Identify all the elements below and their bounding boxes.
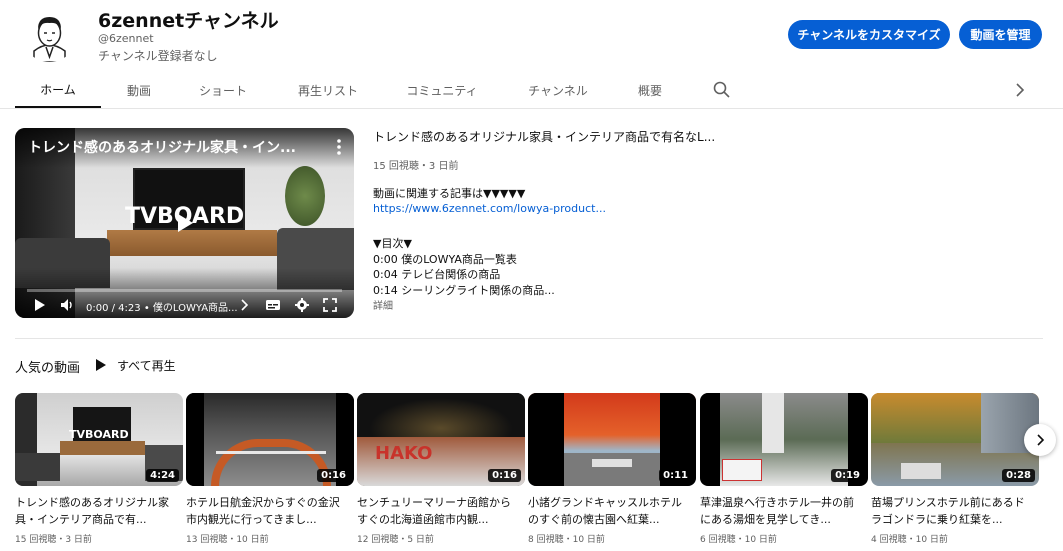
video-thumbnail[interactable]: TVBOARD 4:24 [15,393,183,486]
channel-name: 6zennetチャンネル [98,10,279,32]
search-icon[interactable] [712,80,732,100]
video-title[interactable]: 小諸グランドキャッスルホテルのすぐ前の懐古園へ紅葉... [528,494,690,528]
video-title[interactable]: 苗場プリンスホテル前にあるドラゴンドラに乗り紅葉を... [871,494,1033,528]
time-and-chapter: 0:00 / 4:23 • 僕のLOWYA商品... [86,299,251,314]
featured-video-player[interactable]: トレンド感のあるオリジナル家具・イン... TVBOARD 0:00 / 4:2… [15,128,354,318]
tab-videos[interactable]: 動画 [110,72,168,108]
play-icon[interactable] [175,212,195,234]
video-duration: 0:19 [831,469,864,482]
settings-gear-icon[interactable] [294,297,310,313]
thumbnail-text: TVBOARD [69,428,129,441]
chapter-title[interactable]: • 僕のLOWYA商品... [144,303,238,314]
video-duration: 4:24 [146,469,179,482]
shelf-next-button[interactable] [1024,424,1056,456]
progress-bar[interactable] [27,289,342,292]
description-line: 動画に関連する記事は▼▼▼▼▼ [373,187,526,200]
description-line: 0:00 僕のLOWYA商品一覧表 [373,253,517,266]
volume-icon[interactable] [59,297,75,313]
avatar-illustration-icon [22,7,77,62]
video-meta: 15 回視聴・3 日前 [15,535,92,545]
description-line: 0:04 テレビ台関係の商品 [373,268,501,281]
tab-channels[interactable]: チャンネル [518,72,598,108]
manage-videos-button[interactable]: 動画を管理 [959,20,1042,49]
video-duration: 0:16 [488,469,521,482]
play-icon [96,359,106,371]
channel-avatar[interactable] [22,7,77,62]
fullscreen-icon[interactable] [322,297,338,313]
description-link[interactable]: https://www.6zennet.com/lowya-product... [373,202,606,215]
play-small-icon[interactable] [33,297,47,313]
read-more-link[interactable]: 詳細 [373,297,393,312]
video-thumbnail[interactable]: 0:19 [700,393,868,486]
video-title[interactable]: トレンド感のあるオリジナル家具・インテリア商品で有... [15,494,177,528]
video-thumbnail[interactable]: HAKO 0:16 [357,393,525,486]
chapter-chevron-icon[interactable] [239,297,251,313]
video-meta: 6 回視聴・10 日前 [700,535,777,545]
video-title[interactable]: 草津温泉へ行きホテル一井の前にある湯畑を見学してき... [700,494,862,528]
tab-community[interactable]: コミュニティ [396,72,488,108]
video-meta: 4 回視聴・10 日前 [871,535,948,545]
channel-tabs: ホーム 動画 ショート 再生リスト コミュニティ チャンネル 概要 [0,72,1063,109]
video-title[interactable]: センチュリーマリーナ函館からすぐの北海道函館市内観... [357,494,519,528]
channel-header: 6zennetチャンネル @6zennet チャンネル登録者なし チャンネルをカ… [0,0,1063,72]
chevron-right-icon [1037,434,1045,446]
chevron-right-icon[interactable] [1010,80,1030,100]
video-meta: 12 回視聴・5 日前 [357,535,434,545]
play-all-label: すべて再生 [117,358,176,373]
video-thumbnail[interactable]: 0:16 [186,393,354,486]
description-line: ▼目次▼ [373,237,412,250]
video-duration: 0:16 [317,469,350,482]
tab-shorts[interactable]: ショート [190,72,256,108]
subscriber-count: チャンネル登録者なし [98,49,218,63]
thumbnail-text: HAKO [375,443,433,464]
video-duration: 0:11 [659,469,692,482]
tab-playlists[interactable]: 再生リスト [288,72,368,108]
video-meta: 13 回視聴・10 日前 [186,535,269,545]
video-title[interactable]: ホテル日航金沢からすぐの金沢市内観光に行ってきまし... [186,494,348,528]
tab-home[interactable]: ホーム [15,72,101,108]
more-vert-icon[interactable] [332,138,346,156]
featured-video-title[interactable]: トレンド感のあるオリジナル家具・インテリア商品で有名なL... [373,128,715,145]
shelf-title: 人気の動画 [15,361,81,376]
play-all-button[interactable]: すべて再生 [95,356,176,374]
section-divider [15,338,1043,339]
time-display: 0:00 / 4:23 [86,303,141,314]
player-title[interactable]: トレンド感のあるオリジナル家具・イン... [28,137,318,157]
video-thumbnail[interactable]: 0:28 [871,393,1039,486]
video-meta: 8 回視聴・10 日前 [528,535,605,545]
featured-video-meta: 15 回視聴・3 日前 [373,161,459,172]
subtitles-icon[interactable] [265,297,281,313]
video-duration: 0:28 [1002,469,1035,482]
video-thumbnail[interactable]: 0:11 [528,393,696,486]
customize-channel-button[interactable]: チャンネルをカスタマイズ [788,20,950,49]
description-line: 0:14 シーリングライト関係の商品... [373,284,555,297]
channel-handle: @6zennet [98,32,154,45]
tab-about[interactable]: 概要 [626,72,674,108]
